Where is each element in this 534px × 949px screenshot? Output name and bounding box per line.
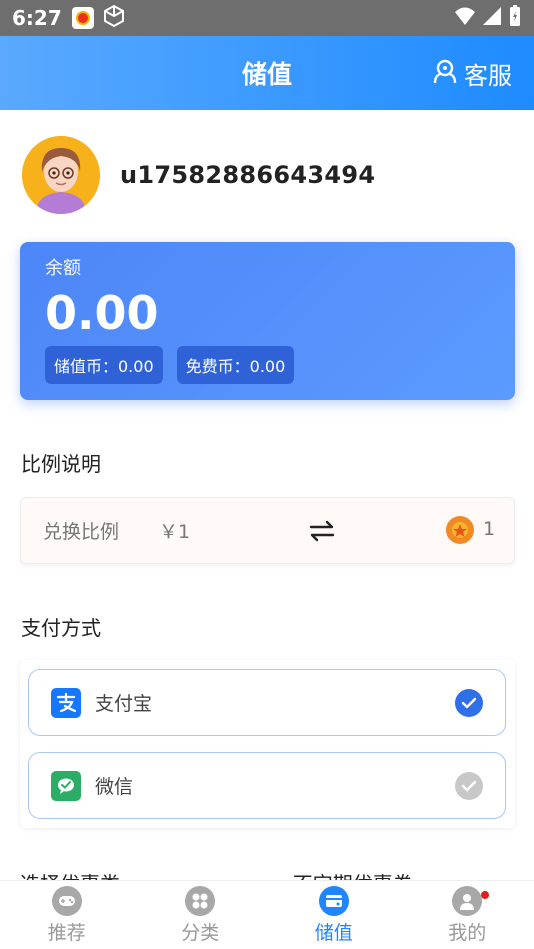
selected-check-icon[interactable] <box>455 688 483 717</box>
payment-name: 微信 <box>95 776 134 798</box>
tab-label: 推荐 <box>47 921 86 944</box>
tab-category[interactable]: 分类 <box>134 881 268 949</box>
payment-section-title: 支付方式 <box>21 616 101 640</box>
payment-methods: 支付宝 微信 <box>20 660 515 828</box>
category-icon <box>185 885 216 916</box>
ratio-label: 兑换比例 <box>43 521 120 543</box>
payment-option-alipay[interactable]: 支付宝 <box>28 669 506 736</box>
battery-icon <box>508 5 522 31</box>
tab-recommend[interactable]: 推荐 <box>0 881 134 949</box>
tab-label: 储值 <box>314 921 353 944</box>
stored-coins-badge: 储值币：0.00 <box>45 346 163 384</box>
alipay-icon <box>51 687 81 718</box>
user-icon <box>452 885 483 916</box>
username: u17582886643494 <box>120 161 376 189</box>
gamepad-icon <box>51 885 82 916</box>
cube-icon <box>102 4 126 32</box>
ratio-section-title: 比例说明 <box>21 452 101 476</box>
headset-icon <box>432 58 458 90</box>
tab-label: 我的 <box>448 921 487 944</box>
tab-recharge[interactable]: 储值 <box>267 881 401 949</box>
coin-icon <box>446 516 474 544</box>
swap-arrows-icon <box>309 520 335 547</box>
free-coins-badge: 免费币：0.00 <box>176 346 295 384</box>
customer-service-label: 客服 <box>464 62 512 90</box>
app-notification-icon <box>71 7 94 29</box>
status-time: 6:27 <box>12 6 62 30</box>
balance-card: 余额 0.00 储值币：0.00 免费币：0.00 <box>20 242 515 400</box>
tab-label: 分类 <box>181 921 220 944</box>
payment-name: 支付宝 <box>95 693 153 715</box>
wallet-icon <box>318 885 349 916</box>
avatar[interactable] <box>22 136 100 214</box>
notification-dot <box>480 891 489 899</box>
page-title: 储值 <box>241 60 292 89</box>
customer-service-button[interactable]: 客服 <box>432 56 512 91</box>
exchange-ratio-card: 兑换比例 ￥1 1 <box>20 497 515 564</box>
payment-option-wechat[interactable]: 微信 <box>28 752 506 819</box>
ratio-coin-value: 1 <box>483 518 496 540</box>
unselected-check-icon[interactable] <box>455 771 483 800</box>
app-header: 储值 客服 <box>0 36 534 110</box>
bottom-tab-bar: 推荐 分类 储值 我的 <box>0 880 534 949</box>
balance-amount: 0.00 <box>45 286 159 340</box>
ratio-yen-value: ￥1 <box>159 521 191 543</box>
status-bar: 6:27 <box>0 0 534 36</box>
wechat-icon <box>51 770 81 801</box>
wifi-icon <box>454 6 476 30</box>
tab-mine[interactable]: 我的 <box>401 881 534 949</box>
user-profile: u17582886643494 <box>22 136 375 214</box>
balance-label: 余额 <box>45 258 81 279</box>
signal-icon <box>482 6 502 30</box>
